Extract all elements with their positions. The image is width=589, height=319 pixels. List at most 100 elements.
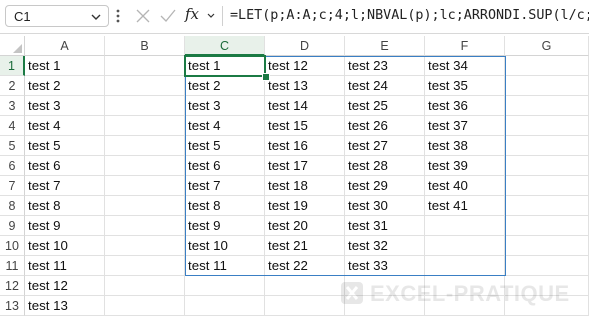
cell-b11[interactable] (105, 256, 185, 276)
more-options-icon[interactable] (113, 7, 123, 25)
column-header-f[interactable]: F (425, 36, 505, 56)
cell-g2[interactable] (505, 76, 589, 96)
cell-g5[interactable] (505, 136, 589, 156)
cell-f4[interactable]: test 37 (425, 116, 505, 136)
cell-g1[interactable] (505, 56, 589, 76)
cell-b8[interactable] (105, 196, 185, 216)
cell-a13[interactable]: test 13 (25, 296, 105, 316)
cell-d8[interactable]: test 19 (265, 196, 345, 216)
column-header-d[interactable]: D (265, 36, 345, 56)
cell-d11[interactable]: test 22 (265, 256, 345, 276)
cell-f10[interactable] (425, 236, 505, 256)
cell-d1[interactable]: test 12 (265, 56, 345, 76)
chevron-down-icon[interactable] (90, 11, 102, 23)
row-header-2[interactable]: 2 (0, 76, 25, 96)
row-header-11[interactable]: 11 (0, 256, 25, 276)
cell-e3[interactable]: test 25 (345, 96, 425, 116)
row-header-10[interactable]: 10 (0, 236, 25, 256)
cell-f9[interactable] (425, 216, 505, 236)
row-header-4[interactable]: 4 (0, 116, 25, 136)
cell-d2[interactable]: test 13 (265, 76, 345, 96)
cell-e5[interactable]: test 27 (345, 136, 425, 156)
cell-c11[interactable]: test 11 (185, 256, 265, 276)
select-all-button[interactable] (0, 36, 25, 56)
cell-g6[interactable] (505, 156, 589, 176)
cell-f2[interactable]: test 35 (425, 76, 505, 96)
cell-c2[interactable]: test 2 (185, 76, 265, 96)
row-header-8[interactable]: 8 (0, 196, 25, 216)
cell-a12[interactable]: test 12 (25, 276, 105, 296)
cell-a3[interactable]: test 3 (25, 96, 105, 116)
cell-c7[interactable]: test 7 (185, 176, 265, 196)
row-header-9[interactable]: 9 (0, 216, 25, 236)
cell-d9[interactable]: test 20 (265, 216, 345, 236)
column-header-c[interactable]: C (185, 36, 265, 56)
cell-c12[interactable] (185, 276, 265, 296)
column-header-g[interactable]: G (505, 36, 589, 56)
cell-a6[interactable]: test 6 (25, 156, 105, 176)
cell-d10[interactable]: test 21 (265, 236, 345, 256)
cell-c6[interactable]: test 6 (185, 156, 265, 176)
name-box[interactable]: C1 (5, 5, 109, 27)
cell-d3[interactable]: test 14 (265, 96, 345, 116)
cell-e6[interactable]: test 28 (345, 156, 425, 176)
cell-b2[interactable] (105, 76, 185, 96)
cell-b7[interactable] (105, 176, 185, 196)
row-header-1[interactable]: 1 (0, 56, 25, 76)
cell-e8[interactable]: test 30 (345, 196, 425, 216)
cell-b6[interactable] (105, 156, 185, 176)
cell-f6[interactable]: test 39 (425, 156, 505, 176)
cell-d5[interactable]: test 16 (265, 136, 345, 156)
row-header-5[interactable]: 5 (0, 136, 25, 156)
cell-d4[interactable]: test 15 (265, 116, 345, 136)
cell-e1[interactable]: test 23 (345, 56, 425, 76)
cell-g10[interactable] (505, 236, 589, 256)
row-header-3[interactable]: 3 (0, 96, 25, 116)
cell-f8[interactable]: test 41 (425, 196, 505, 216)
cell-g4[interactable] (505, 116, 589, 136)
cell-a5[interactable]: test 5 (25, 136, 105, 156)
cell-b10[interactable] (105, 236, 185, 256)
cell-e2[interactable]: test 24 (345, 76, 425, 96)
cell-c1[interactable]: test 1 (185, 56, 265, 76)
cell-d7[interactable]: test 18 (265, 176, 345, 196)
cell-f5[interactable]: test 38 (425, 136, 505, 156)
cell-b3[interactable] (105, 96, 185, 116)
cell-c4[interactable]: test 4 (185, 116, 265, 136)
cell-a9[interactable]: test 9 (25, 216, 105, 236)
column-header-b[interactable]: B (105, 36, 185, 56)
row-header-7[interactable]: 7 (0, 176, 25, 196)
cell-a1[interactable]: test 1 (25, 56, 105, 76)
worksheet-grid[interactable]: A B C D E F G 1 test 1 test 1 test 12 test 23 test 3… (0, 36, 589, 319)
cell-b4[interactable] (105, 116, 185, 136)
cancel-icon[interactable] (132, 6, 154, 26)
cell-c5[interactable]: test 5 (185, 136, 265, 156)
cell-e10[interactable]: test 32 (345, 236, 425, 256)
cell-a10[interactable]: test 10 (25, 236, 105, 256)
cell-b12[interactable] (105, 276, 185, 296)
confirm-icon[interactable] (157, 6, 179, 26)
cell-b1[interactable] (105, 56, 185, 76)
fill-handle[interactable] (262, 73, 270, 81)
cell-d6[interactable]: test 17 (265, 156, 345, 176)
cell-a11[interactable]: test 11 (25, 256, 105, 276)
cell-a8[interactable]: test 8 (25, 196, 105, 216)
cell-g9[interactable] (505, 216, 589, 236)
cell-c13[interactable] (185, 296, 265, 316)
cell-c3[interactable]: test 3 (185, 96, 265, 116)
formula-input[interactable]: =LET(p;A:A;c;4;l;NBVAL(p);lc;ARRONDI.SUP… (230, 8, 589, 23)
cell-b5[interactable] (105, 136, 185, 156)
cell-a7[interactable]: test 7 (25, 176, 105, 196)
chevron-down-icon[interactable] (206, 11, 216, 21)
cell-f11[interactable] (425, 256, 505, 276)
cell-d13[interactable] (265, 296, 345, 316)
cell-f3[interactable]: test 36 (425, 96, 505, 116)
row-header-12[interactable]: 12 (0, 276, 25, 296)
row-header-6[interactable]: 6 (0, 156, 25, 176)
cell-g3[interactable] (505, 96, 589, 116)
row-header-13[interactable]: 13 (0, 296, 25, 316)
cell-e4[interactable]: test 26 (345, 116, 425, 136)
cell-a2[interactable]: test 2 (25, 76, 105, 96)
cell-c8[interactable]: test 8 (185, 196, 265, 216)
cell-c10[interactable]: test 10 (185, 236, 265, 256)
